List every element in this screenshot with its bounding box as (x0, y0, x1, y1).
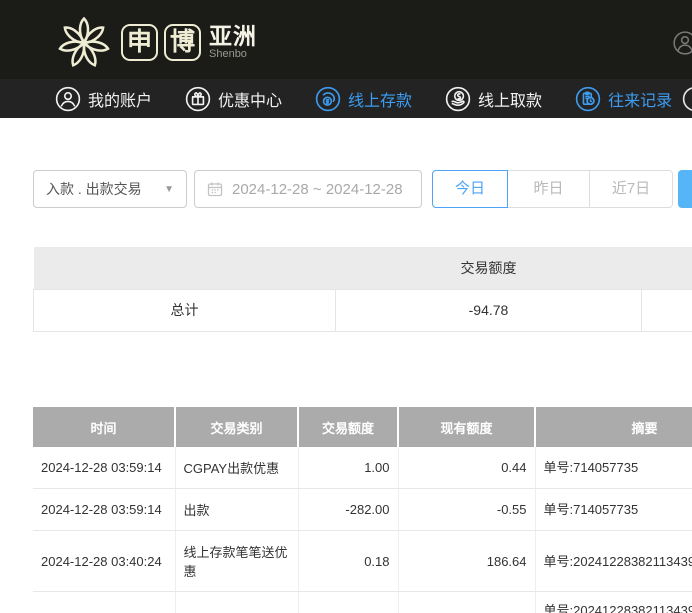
flower-logo-icon (53, 14, 115, 70)
cell-amount: -282.00 (298, 489, 398, 531)
cell-time: 2024-12-28 03:59:14 (33, 447, 175, 489)
summary-line: 单号:20241228382113439 (544, 603, 692, 613)
summary-header-amount: 交易额度 (336, 247, 642, 289)
top-brand-bar: 申 博 亚洲 Shenbo (0, 0, 692, 79)
transaction-type-select[interactable]: 入款 . 出款交易 ▼ (33, 170, 187, 208)
yesterday-button[interactable]: 昨日 (508, 170, 590, 208)
col-header-amount: 交易额度 (298, 407, 398, 447)
summary-line: 单号:714057735 (544, 460, 692, 475)
nav-item-online-withdrawal[interactable]: 线上取款 (445, 86, 542, 112)
account-avatar-icon[interactable] (672, 30, 692, 56)
cell-type: CGPAY出款优惠 (175, 447, 298, 489)
cell-summary: 单号:714057735 (535, 447, 692, 489)
cell-amount: 1.00 (298, 447, 398, 489)
nav-label: 线上存款 (348, 87, 412, 111)
table-row: 2024-12-28 03:40:24 线上存款笔笔送优惠 0.18 186.6… (33, 531, 692, 592)
transactions-table: 时间 交易类别 交易额度 现有额度 摘要 2024-12-28 03:59:14… (33, 407, 692, 613)
cell-type: 线上存款 (175, 592, 298, 613)
quick-date-button-group: 今日 昨日 近7日 (432, 170, 673, 208)
nav-item-transaction-records[interactable]: 往来记录 (575, 86, 672, 112)
last7days-button[interactable]: 近7日 (590, 170, 673, 208)
date-range-input[interactable]: 2024-12-28 ~ 2024-12-28 (194, 170, 422, 208)
nav-item-cutoff-icon[interactable] (682, 86, 692, 112)
withdraw-icon (445, 86, 471, 112)
nav-item-my-account[interactable]: 我的账户 (55, 86, 152, 112)
table-row: 2024-12-28 03:59:14 CGPAY出款优惠 1.00 0.44 … (33, 447, 692, 489)
summary-total-empty (642, 289, 692, 331)
cell-type: 线上存款笔笔送优惠 (175, 531, 298, 592)
cell-summary: 单号:20241228382113439 人民币(RMB): 186 (535, 592, 692, 613)
brand-char-2: 博 (164, 24, 201, 61)
cell-summary: 单号:714057735 (535, 489, 692, 531)
summary-total-row: 总计 -94.78 (34, 289, 692, 331)
table-row: 2024-12-28 03:40:24 线上存款 186.00 186.46 单… (33, 592, 692, 613)
cell-time: 2024-12-28 03:59:14 (33, 489, 175, 531)
nav-item-promotions[interactable]: 优惠中心 (185, 86, 282, 112)
chevron-down-icon: ▼ (164, 184, 174, 195)
transaction-type-value: 入款 . 出款交易 (46, 179, 142, 199)
calendar-icon (207, 181, 223, 197)
col-header-type: 交易类别 (175, 407, 298, 447)
cell-balance: -0.55 (398, 489, 535, 531)
cell-time: 2024-12-28 03:40:24 (33, 592, 175, 613)
cell-summary: 单号:20241228382113439 (535, 531, 692, 592)
gift-icon (185, 86, 211, 112)
cell-amount: 0.18 (298, 531, 398, 592)
cell-type: 出款 (175, 489, 298, 531)
brand-subtitle: Shenbo (209, 48, 257, 60)
brand-logo[interactable]: 申 博 亚洲 Shenbo (53, 14, 257, 70)
summary-total-label: 总计 (34, 289, 336, 331)
cell-amount: 186.00 (298, 592, 398, 613)
cell-balance: 186.46 (398, 592, 535, 613)
summary-header-row: 交易额度 (34, 247, 692, 289)
cell-time: 2024-12-28 03:40:24 (33, 531, 175, 592)
cell-balance: 0.44 (398, 447, 535, 489)
nav-label: 往来记录 (608, 87, 672, 111)
summary-line: 单号:714057735 (544, 502, 692, 517)
summary-header-empty (642, 247, 692, 289)
cell-balance: 186.64 (398, 531, 535, 592)
date-range-value: 2024-12-28 ~ 2024-12-28 (232, 181, 403, 198)
col-header-time: 时间 (33, 407, 175, 447)
main-nav: 我的账户 优惠中心 线上存款 线上取款 (0, 79, 692, 118)
brand-region: 亚洲 (209, 24, 257, 48)
nav-item-online-deposit[interactable]: 线上存款 (315, 86, 412, 112)
brand-char-1: 申 (121, 24, 158, 61)
nav-label: 我的账户 (88, 87, 152, 111)
col-header-summary: 摘要 (535, 407, 692, 447)
transactions-header-row: 时间 交易类别 交易额度 现有额度 摘要 (33, 407, 692, 447)
nav-label: 线上取款 (478, 87, 542, 111)
summary-total-value: -94.78 (336, 289, 642, 331)
records-icon (575, 86, 601, 112)
user-icon (55, 86, 81, 112)
summary-header-empty (34, 247, 336, 289)
deposit-icon (315, 86, 341, 112)
summary-table: 交易额度 总计 -94.78 (33, 247, 692, 332)
today-button[interactable]: 今日 (432, 170, 508, 208)
summary-line: 单号:20241228382113439 (544, 554, 692, 569)
table-row: 2024-12-28 03:59:14 出款 -282.00 -0.55 单号:… (33, 489, 692, 531)
nav-label: 优惠中心 (218, 87, 282, 111)
col-header-balance: 现有额度 (398, 407, 535, 447)
search-button[interactable] (678, 170, 692, 208)
